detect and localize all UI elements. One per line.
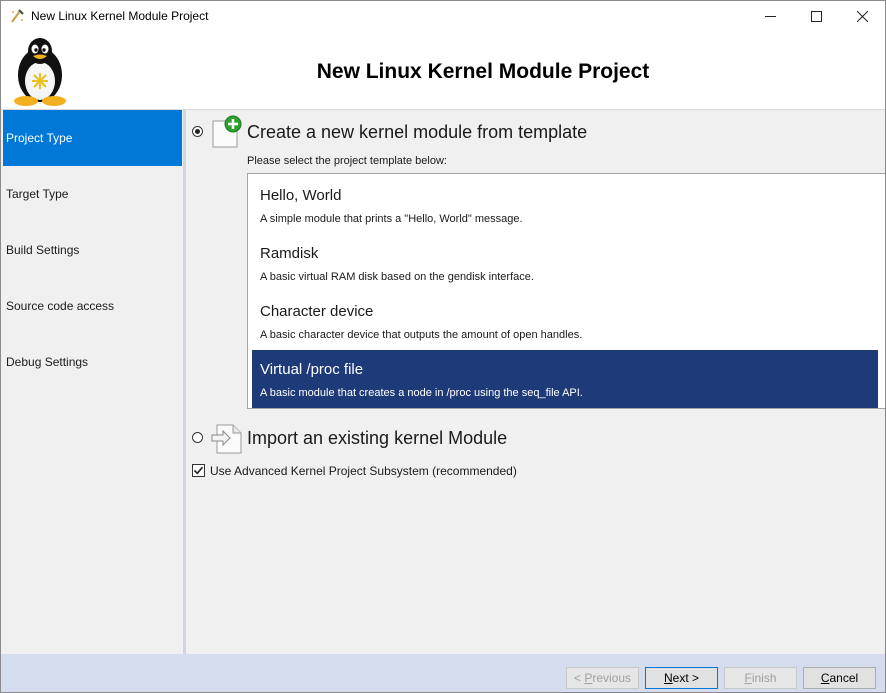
next-button[interactable]: Next >: [645, 667, 718, 689]
previous-button-prefix: <: [573, 671, 585, 685]
template-title: Hello, World: [260, 187, 342, 204]
next-button-accel: N: [663, 671, 673, 685]
advanced-subsystem-label[interactable]: Use Advanced Kernel Project Subsystem (r…: [210, 464, 517, 478]
previous-button-accel: P: [584, 671, 593, 685]
template-title: Ramdisk: [260, 245, 319, 262]
wizard-window: New Linux Kernel Module Project New Linu…: [0, 0, 886, 693]
sidebar-item-label: Debug Settings: [6, 355, 89, 369]
next-button-rest: ext >: [672, 671, 700, 685]
template-item-ramdisk[interactable]: Ramdisk A basic virtual RAM disk based o…: [252, 234, 878, 292]
finish-button-accel: F: [744, 671, 752, 685]
minimize-icon: [764, 15, 776, 17]
previous-button[interactable]: < Previous: [566, 667, 639, 689]
previous-button-rest: revious: [592, 671, 632, 685]
create-from-template-radio[interactable]: [192, 126, 203, 137]
template-item-virtual-proc-file[interactable]: Virtual /proc file A basic module that c…: [252, 350, 878, 408]
sidebar-item-label: Project Type: [6, 131, 73, 145]
cancel-button-accel: C: [820, 671, 830, 685]
wizard-steps-sidebar: Project Type Target Type Build Settings …: [3, 110, 183, 654]
template-item-hello-world[interactable]: Hello, World A simple module that prints…: [252, 176, 878, 234]
create-from-template-label[interactable]: Create a new kernel module from template: [247, 122, 587, 143]
sidebar-item-label: Build Settings: [6, 243, 80, 257]
minimize-button[interactable]: [747, 1, 793, 31]
sidebar-item-label: Source code access: [6, 299, 115, 313]
maximize-icon: [810, 10, 822, 22]
template-title: Character device: [260, 303, 374, 320]
sidebar-item-source-code-access[interactable]: Source code access: [3, 278, 182, 334]
template-description: A basic module that creates a node in /p…: [260, 387, 583, 399]
window-title: New Linux Kernel Module Project: [31, 9, 209, 23]
checkmark-icon: [193, 466, 204, 475]
template-description: A basic character device that outputs th…: [260, 329, 583, 341]
cancel-button[interactable]: Cancel: [803, 667, 876, 689]
close-icon: [856, 10, 868, 22]
finish-button[interactable]: Finish: [724, 667, 797, 689]
cancel-button-rest: ancel: [829, 671, 859, 685]
import-existing-label[interactable]: Import an existing kernel Module: [247, 428, 507, 449]
sidebar-item-debug-settings[interactable]: Debug Settings: [3, 334, 182, 390]
template-description: A basic virtual RAM disk based on the ge…: [260, 271, 534, 283]
close-button[interactable]: [839, 1, 885, 31]
maximize-button[interactable]: [793, 1, 839, 31]
template-item-character-device[interactable]: Character device A basic character devic…: [252, 292, 878, 350]
sidebar-item-label: Target Type: [6, 187, 69, 201]
template-title: Virtual /proc file: [260, 361, 364, 378]
template-list[interactable]: Hello, World A simple module that prints…: [247, 173, 885, 409]
import-document-icon: [211, 424, 242, 454]
wizard-app-icon: [11, 9, 24, 23]
wizard-title: New Linux Kernel Module Project: [316, 60, 650, 83]
import-existing-radio[interactable]: [192, 432, 203, 443]
new-document-plus-icon: [212, 115, 242, 148]
tux-penguin-icon: [14, 38, 66, 106]
sidebar-item-build-settings[interactable]: Build Settings: [3, 222, 182, 278]
sidebar-item-target-type[interactable]: Target Type: [3, 166, 182, 222]
finish-button-rest: inish: [751, 671, 777, 685]
title-bar: New Linux Kernel Module Project: [1, 1, 885, 31]
advanced-subsystem-checkbox[interactable]: [192, 464, 205, 477]
wizard-header: New Linux Kernel Module Project: [1, 31, 885, 110]
sidebar-item-project-type[interactable]: Project Type: [3, 110, 182, 166]
template-prompt: Please select the project template below…: [247, 155, 447, 167]
template-description: A simple module that prints a "Hello, Wo…: [260, 213, 523, 225]
project-type-page: Create a new kernel module from template…: [186, 110, 885, 654]
wizard-footer: < Previous Next > Finish Cancel: [1, 654, 885, 692]
